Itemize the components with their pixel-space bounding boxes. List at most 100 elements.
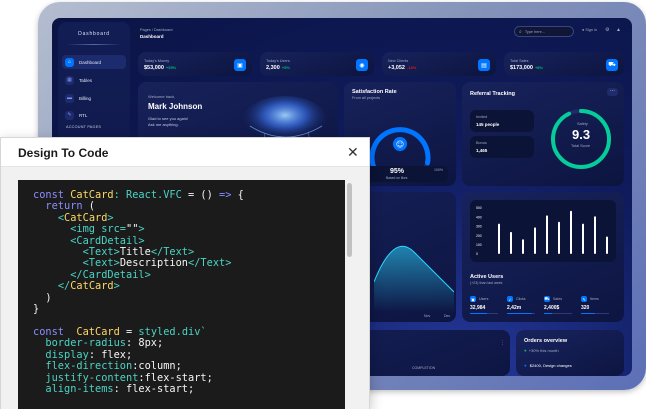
bell-icon: ●	[524, 363, 527, 368]
chart-x-label-dec: Dec	[444, 314, 451, 318]
sidebar-item-rtl[interactable]: ✎ RTL	[62, 108, 126, 122]
stat-change: +5%	[281, 65, 290, 70]
sidebar-divider	[66, 44, 122, 45]
wallet-icon: ▣	[234, 59, 246, 71]
metric-progress-bar	[470, 313, 498, 314]
document-icon: ▤	[478, 59, 490, 71]
metric-clicks: ➶ Clicks 2,42m	[507, 296, 539, 314]
more-options-icon[interactable]: ⋮	[500, 340, 505, 346]
sidebar-item-billing[interactable]: ▬ Billing	[62, 91, 126, 105]
more-options-button[interactable]: ···	[607, 88, 618, 96]
svg-text:☺: ☺	[396, 140, 404, 149]
table-icon: ▦	[65, 75, 74, 85]
active-users-title: Active Users	[470, 274, 504, 280]
safety-score: 9.3	[572, 127, 591, 142]
satisfaction-caption: Based on likes	[386, 176, 408, 180]
wallet-icon: ▣	[470, 296, 476, 302]
referral-invited-value: 145 people	[476, 122, 500, 127]
wrench-icon: ✎	[581, 296, 587, 302]
bar	[534, 227, 536, 254]
close-icon[interactable]: ✕	[347, 144, 359, 161]
y-tick-label: 200	[476, 234, 482, 238]
referral-bonus-label: Bonus	[476, 141, 487, 145]
metric-progress-fill	[544, 313, 553, 314]
completion-header: COMPLETION	[412, 366, 436, 370]
satisfaction-subtitle: From all projects	[352, 96, 381, 100]
bar	[546, 215, 548, 254]
bar	[570, 210, 572, 254]
metric-users: ▣ Users 32,984	[470, 296, 502, 314]
welcome-name: Mark Johnson	[148, 102, 203, 111]
referral-bonus-box: Bonus 1,465	[470, 136, 534, 158]
stat-label: Total Sales	[510, 59, 529, 63]
code-editor[interactable]: const CatCard: React.VFC = () => { retur…	[18, 180, 345, 409]
search-icon: ⌕	[519, 28, 522, 35]
referral-card: Referral Tracking ··· Invited 145 people…	[462, 82, 624, 186]
code-scrollbar-thumb[interactable]	[347, 183, 352, 257]
breadcrumb[interactable]: Pages / Dashboard	[140, 28, 173, 32]
stat-label: Today's Money	[144, 59, 170, 63]
order-item: ● $2400, Design changes	[524, 363, 572, 368]
satisfaction-scale-max: 100%	[434, 168, 443, 172]
stat-label: New Clients	[388, 59, 409, 63]
satisfaction-title: Satisfaction Rate	[352, 89, 397, 95]
stat-change: +8%	[534, 65, 544, 70]
sidebar-item-dashboard[interactable]: ⌂ Dashboard	[62, 55, 126, 69]
referral-invited-box: Invited 145 people	[470, 110, 534, 132]
cart-icon: ⛟	[544, 296, 550, 302]
stat-card-clients: New Clients +3,052 -14% ▤	[382, 52, 496, 76]
code-block: const CatCard: React.VFC = () => { retur…	[33, 189, 244, 395]
metric-value: 320	[581, 305, 590, 311]
page-title: Dashboard	[140, 34, 164, 39]
bar	[558, 221, 560, 254]
metric-items: ✎ Items 320	[581, 296, 613, 314]
stat-value: $173,000 +8%	[510, 65, 544, 71]
user-icon: ●	[582, 28, 585, 32]
metric-progress-fill	[507, 313, 533, 314]
y-tick-label: 0	[476, 252, 478, 256]
check-circle-icon: ●	[524, 348, 527, 353]
stat-change: -14%	[406, 65, 417, 70]
chart-x-label-nov: Nov	[424, 314, 431, 318]
bar	[498, 223, 500, 254]
orders-title: Orders overview	[524, 338, 568, 344]
sidebar-item-label: Dashboard	[79, 59, 102, 65]
safety-score-caption: Total Score	[571, 144, 590, 148]
bar	[522, 239, 524, 254]
sign-in-label: Sign in	[585, 28, 597, 32]
referral-bonus-value: 1,465	[476, 148, 488, 153]
search-input[interactable]: ⌕ Type here...	[514, 26, 574, 37]
y-tick-label: 300	[476, 225, 482, 229]
stat-label: Today's Users	[266, 59, 290, 63]
metric-label: Users	[479, 297, 489, 301]
bar	[606, 236, 608, 254]
sign-in-link[interactable]: ● Sign in	[582, 28, 597, 32]
stat-card-users: Today's Users 2,300 +5% ◉	[260, 52, 374, 76]
metric-progress-bar	[544, 313, 572, 314]
metric-progress-bar	[507, 313, 535, 314]
stat-value: $53,000 +55%	[144, 65, 177, 71]
welcome-line-1: Glad to see you again!	[148, 116, 189, 121]
metric-progress-bar	[581, 313, 609, 314]
search-placeholder: Type here...	[524, 29, 545, 34]
sidebar-item-tables[interactable]: ▦ Tables	[62, 73, 126, 87]
gear-icon[interactable]: ⚙	[605, 27, 609, 33]
metric-value: 2,42m	[507, 305, 522, 311]
welcome-greeting: Welcome back,	[148, 94, 176, 99]
metric-label: Clicks	[516, 297, 526, 301]
stat-card-sales: Total Sales $173,000 +8% ⛟	[504, 52, 624, 76]
bell-icon[interactable]: ▲	[616, 27, 621, 33]
home-icon: ⌂	[65, 57, 74, 67]
cart-icon: ⛟	[606, 59, 618, 71]
stat-value: +3,052 -14%	[388, 65, 417, 71]
bar	[510, 231, 512, 254]
orders-subtitle: ● +30% this month	[524, 348, 559, 353]
bar	[594, 216, 596, 254]
metric-progress-fill	[470, 313, 487, 314]
active-users-bar-chart: 500 400 300 200 100 0	[476, 206, 608, 256]
dialog-title: Design To Code	[18, 146, 109, 160]
metric-value: 32,984	[470, 305, 486, 311]
safety-label: Safety	[577, 122, 588, 126]
sidebar-item-label: Tables	[79, 77, 93, 83]
sidebar-section-label: ACCOUNT PAGES	[66, 125, 102, 129]
